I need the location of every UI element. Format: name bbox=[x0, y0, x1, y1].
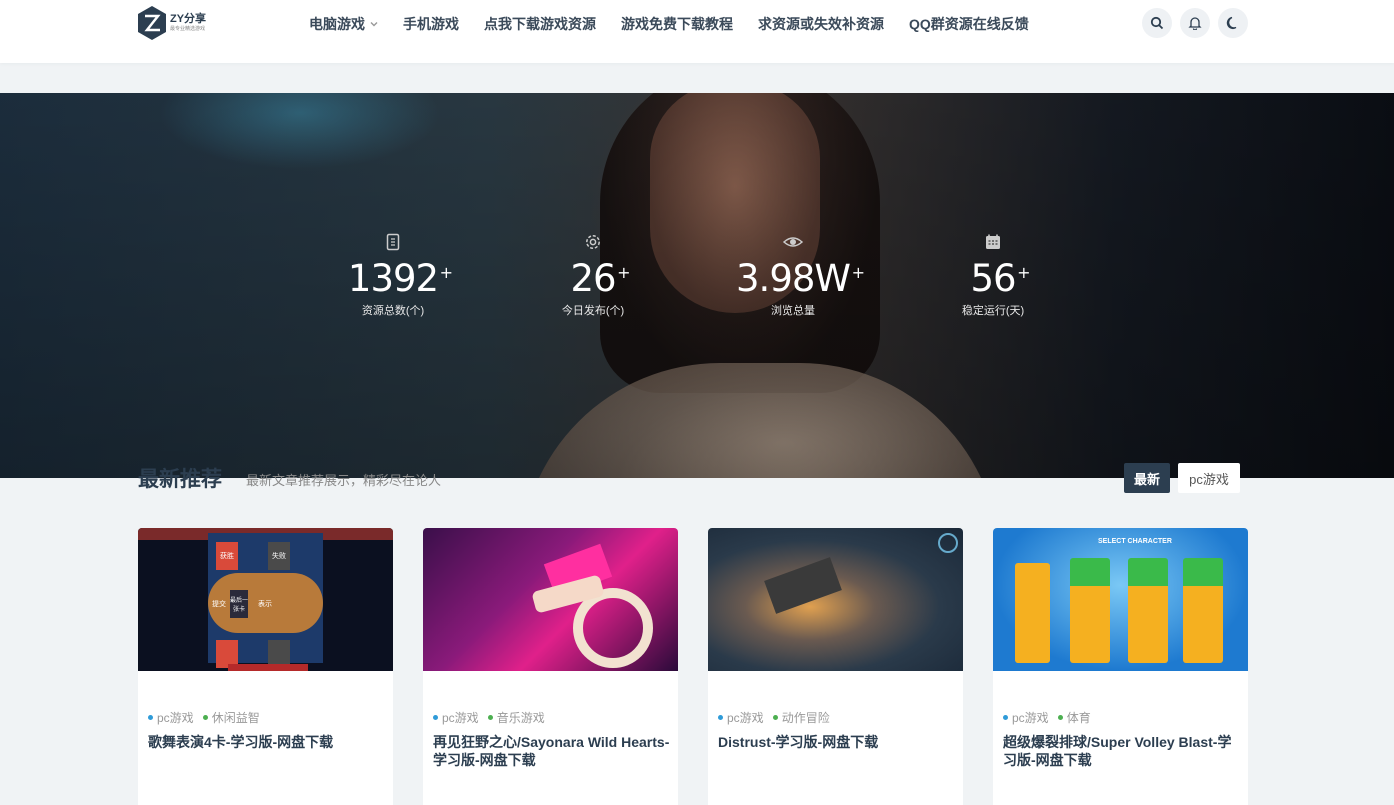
post-card[interactable]: pc游戏 音乐游戏 再见狂野之心/Sayonara Wild Hearts-学习… bbox=[423, 528, 678, 805]
gear-icon bbox=[586, 235, 600, 249]
tab-latest[interactable]: 最新 bbox=[1124, 463, 1170, 493]
site-stats: 1392 + 资源总数(个) 26 + 今日发布(个) 3.98W + 浏览总量 56… bbox=[293, 233, 1093, 333]
post-thumbnail[interactable]: 获胜 失败 提交 最后一张卡 表示 bbox=[138, 528, 393, 671]
tag-link[interactable]: pc游戏 bbox=[718, 709, 764, 726]
post-thumbnail[interactable]: SELECT CHARACTER bbox=[993, 528, 1248, 671]
search-button[interactable] bbox=[1142, 8, 1172, 38]
nav-label: 电脑游戏 bbox=[309, 16, 365, 32]
card-thumb-show-label: 表示 bbox=[258, 601, 272, 608]
post-card[interactable]: 获胜 失败 提交 最后一张卡 表示 pc游戏 休闲益智 歌舞表演4卡-学习版-网… bbox=[138, 528, 393, 805]
stat-today-published: 26 + 今日发布(个) bbox=[493, 233, 693, 333]
search-icon bbox=[1150, 16, 1164, 30]
post-thumbnail[interactable] bbox=[423, 528, 678, 671]
file-icon bbox=[386, 233, 400, 251]
stat-value: 26 + bbox=[570, 257, 630, 300]
section-subtitle: 最新文章推荐展示，精彩尽在论人 bbox=[246, 473, 442, 488]
card-thumb-submit-label: 提交 bbox=[212, 601, 226, 608]
site-header: ZY分享 最专业精选游戏 电脑游戏 手机游戏 点我下载游戏资源 游戏免费下载教程… bbox=[0, 0, 1394, 63]
card-thumb-last-label: 最后一张卡 bbox=[230, 590, 248, 618]
stat-label: 浏览总量 bbox=[771, 305, 815, 317]
nav-item-qq-feedback[interactable]: QQ群资源在线反馈 bbox=[909, 14, 1029, 34]
post-title[interactable]: 再见狂野之心/Sayonara Wild Hearts-学习版-网盘下载 bbox=[433, 733, 673, 769]
stat-value: 1392 + bbox=[347, 257, 453, 300]
card-thumb-heading: SELECT CHARACTER bbox=[1098, 538, 1172, 545]
card-thumb-lose-label: 失败 bbox=[268, 542, 290, 570]
tag-link[interactable]: 动作冒险 bbox=[772, 709, 830, 726]
nav-item-mobile-games[interactable]: 手机游戏 bbox=[403, 14, 459, 34]
eye-icon bbox=[783, 237, 803, 247]
post-title[interactable]: Distrust-学习版-网盘下载 bbox=[718, 733, 958, 751]
stat-total-views: 3.98W + 浏览总量 bbox=[693, 233, 893, 333]
stat-value: 3.98W + bbox=[736, 257, 865, 300]
tag-link[interactable]: 音乐游戏 bbox=[487, 709, 545, 726]
stat-total-resources: 1392 + 资源总数(个) bbox=[293, 233, 493, 333]
logo-subtitle: 最专业精选游戏 bbox=[170, 26, 206, 32]
post-tags: pc游戏 动作冒险 bbox=[718, 709, 839, 726]
tag-link[interactable]: pc游戏 bbox=[1003, 709, 1049, 726]
section-title: 最新推荐 bbox=[138, 468, 222, 491]
tag-link[interactable]: pc游戏 bbox=[433, 709, 479, 726]
chevron-down-icon bbox=[370, 22, 378, 27]
stat-uptime-days: 56 + 稳定运行(天) bbox=[893, 233, 1093, 333]
post-card[interactable]: SELECT CHARACTER pc游戏 体育 超级爆裂排球/Super Vo… bbox=[993, 528, 1248, 805]
nav-item-request-resources[interactable]: 求资源或失效补资源 bbox=[758, 14, 884, 34]
site-logo[interactable]: ZY分享 最专业精选游戏 bbox=[138, 4, 228, 42]
nav-item-download-resources[interactable]: 点我下载游戏资源 bbox=[484, 14, 596, 34]
moon-icon bbox=[1226, 16, 1237, 30]
tag-link[interactable]: pc游戏 bbox=[148, 709, 194, 726]
post-title[interactable]: 超级爆裂排球/Super Volley Blast-学习版-网盘下载 bbox=[1003, 733, 1243, 769]
stat-label: 今日发布(个) bbox=[561, 305, 625, 317]
nav-item-pc-games[interactable]: 电脑游戏 bbox=[309, 14, 378, 34]
post-title[interactable]: 歌舞表演4卡-学习版-网盘下载 bbox=[148, 733, 388, 751]
theme-toggle-button[interactable] bbox=[1218, 8, 1248, 38]
post-tags: pc游戏 音乐游戏 bbox=[433, 709, 554, 726]
stat-label: 稳定运行(天) bbox=[961, 305, 1025, 317]
logo-mark-icon bbox=[138, 6, 166, 40]
stat-label: 资源总数(个) bbox=[361, 305, 425, 317]
post-thumbnail[interactable] bbox=[708, 528, 963, 671]
tab-pc-games[interactable]: pc游戏 bbox=[1178, 463, 1240, 493]
main-nav: 电脑游戏 手机游戏 点我下载游戏资源 游戏免费下载教程 求资源或失效补资源 QQ… bbox=[309, 14, 1054, 34]
stat-value: 56 + bbox=[970, 257, 1030, 300]
post-tags: pc游戏 体育 bbox=[1003, 709, 1100, 726]
tag-link[interactable]: 体育 bbox=[1057, 709, 1091, 726]
tag-link[interactable]: 休闲益智 bbox=[202, 709, 260, 726]
post-card[interactable]: pc游戏 动作冒险 Distrust-学习版-网盘下载 bbox=[708, 528, 963, 805]
card-thumb-win-label: 获胜 bbox=[216, 542, 238, 570]
bell-icon bbox=[1188, 17, 1202, 30]
post-tags: pc游戏 休闲益智 bbox=[148, 709, 269, 726]
nav-item-download-tutorial[interactable]: 游戏免费下载教程 bbox=[621, 14, 733, 34]
notification-button[interactable] bbox=[1180, 8, 1210, 38]
calendar-icon bbox=[986, 234, 1000, 249]
logo-title: ZY分享 bbox=[170, 13, 207, 25]
